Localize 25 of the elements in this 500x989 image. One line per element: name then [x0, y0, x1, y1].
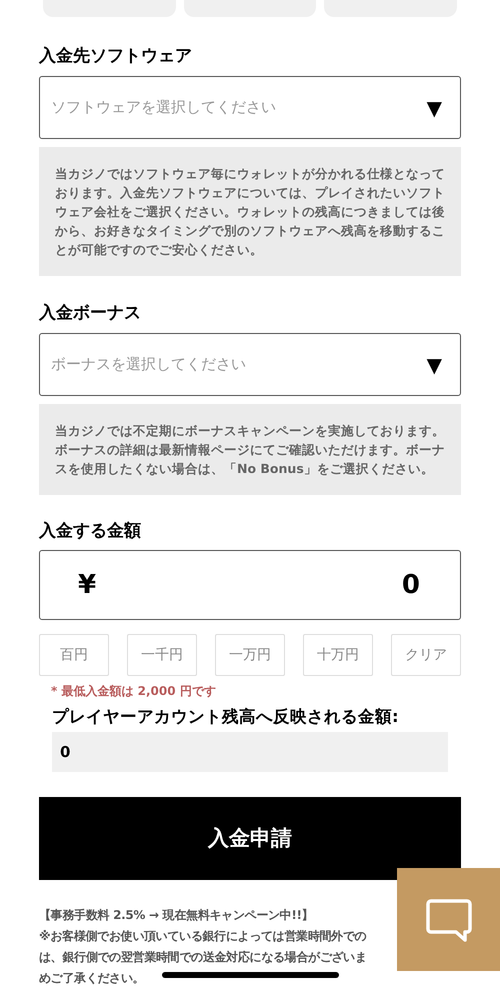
chat-button[interactable] [397, 868, 500, 971]
select-field[interactable]: ソフトウェアを選択してください ▼ [39, 76, 461, 139]
amount-preset-button[interactable]: 一万円 [215, 634, 285, 676]
fee-note-line: めご了承ください。 [39, 970, 144, 987]
reflected-amount-field: 0 [52, 732, 448, 772]
fee-note-line: は、銀行側での翌営業時間での送金対応になる場合がございま [39, 949, 367, 966]
amount-preset-button[interactable]: クリア [391, 634, 461, 676]
info-box: 当カジノでは不定期にボーナスキャンペーンを実施しております。ボーナスの詳細は最新情報ページにてご確認いただけます。ボーナスを使用したくない場合は、「No Bonus」をご選択ください。 [39, 404, 461, 495]
amount-preset-button[interactable]: 一千円 [127, 634, 197, 676]
section-heading: 入金先ソフトウェア [39, 45, 193, 68]
chat-icon [424, 898, 472, 942]
section-heading: 入金する金額 [39, 520, 142, 543]
submit-button[interactable]: 入金申請 [39, 797, 461, 880]
amount-preset-button[interactable]: 百円 [39, 634, 109, 676]
minimum-note: * 最低入金額は 2,000 円です [50, 683, 217, 700]
reflected-amount-label: プレイヤーアカウント残高へ反映される金額: [51, 706, 400, 728]
select-field[interactable]: ボーナスを選択してください ▼ [39, 333, 461, 396]
section-heading: 入金ボーナス [39, 302, 142, 325]
dropdown-arrow-icon: ▼ [426, 354, 442, 374]
info-box: 当カジノではソフトウェア毎にウォレットが分かれる仕様となっております。入金先ソフトウェアについては、プレイされたいソフトウェア会社をご選択ください。ウォレットの残高につきましては後から、お好きなタイミングで別のソフトウェアへ残高を移動することが可能ですのでご安心ください。 [39, 147, 461, 276]
fee-note-line: 【事務手数料 2.5% → 現在無料キャンペーン中!!】 [39, 907, 314, 924]
amount-field[interactable]: ¥ 0 [39, 550, 461, 620]
fee-note-line: ※お客様側でお使い頂いている銀行によっては営業時間外での [39, 928, 366, 945]
amount-preset-button[interactable]: 十万円 [303, 634, 373, 676]
dropdown-arrow-icon: ▼ [426, 98, 442, 118]
